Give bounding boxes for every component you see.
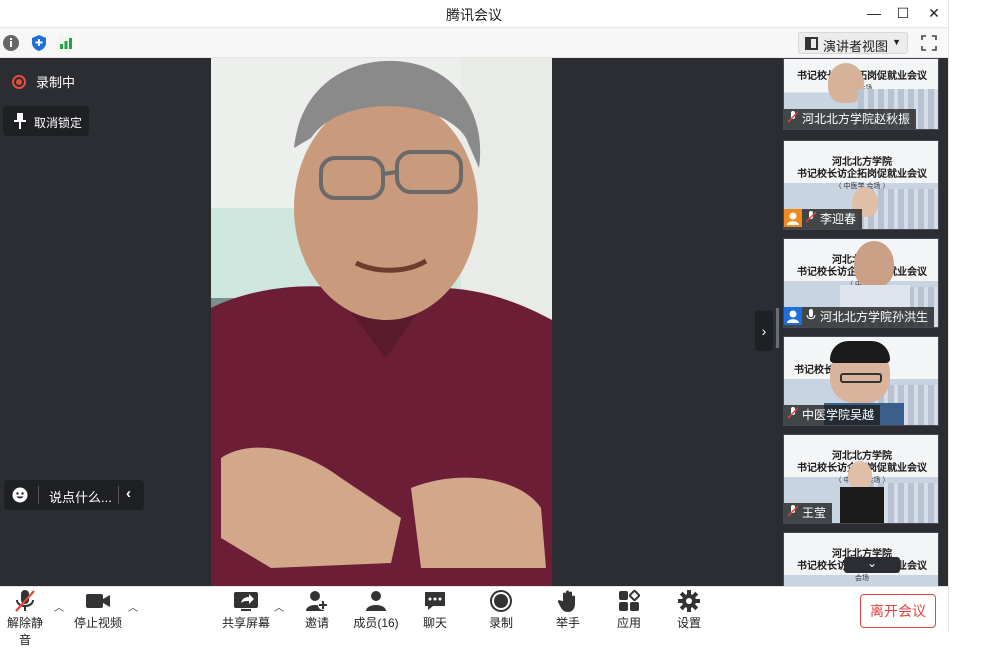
record-button[interactable]: 录制 [486, 589, 516, 631]
unlock-label: 取消锁定 [34, 116, 83, 130]
view-mode-dropdown[interactable]: 演讲者视图 ▼ [798, 32, 908, 54]
participant-tile[interactable]: 书记校长访企拓岗促就业会议 分会场 河北北方学院赵秋振 [783, 58, 939, 130]
participant-name-tag: 李迎春 [784, 209, 863, 229]
hand-icon [557, 590, 575, 612]
chevron-down-icon: ▼ [892, 37, 901, 47]
mic-muted-icon [787, 503, 799, 523]
window-title: 腾讯会议 [446, 7, 502, 23]
share-screen-button[interactable]: 共享屏幕 [222, 589, 270, 631]
invite-label: 邀请 [304, 616, 329, 630]
participant-face [848, 461, 872, 489]
side-panel [948, 0, 1000, 632]
chevron-up-icon[interactable]: ︿ [54, 599, 64, 614]
minimize-icon[interactable]: — [862, 2, 886, 24]
chat-button[interactable]: 聊天 [420, 589, 450, 631]
chat-quick-input[interactable]: 说点什么... ‹ [4, 480, 144, 510]
chevron-left-icon[interactable]: ‹ [126, 485, 131, 502]
scroll-down-button[interactable]: ⌄ [844, 556, 900, 573]
recording-indicator: 录制中 [12, 72, 75, 91]
mic-muted-icon [15, 590, 35, 612]
user-avatar-icon [784, 209, 802, 227]
stop-video-button[interactable]: 停止视频 [74, 589, 122, 631]
pin-icon [14, 113, 26, 129]
participant-name-tag: 河北北方学院孙洪生 [784, 307, 935, 327]
collapse-panel-button[interactable]: › [755, 311, 773, 351]
gear-icon [678, 590, 700, 612]
top-toolbar: 演讲者视图 ▼ [0, 28, 948, 58]
chevron-down-icon: ⌄ [867, 556, 878, 570]
mic-muted-icon [805, 209, 817, 229]
recording-label: 录制中 [36, 75, 76, 90]
invite-button[interactable]: 邀请 [302, 589, 332, 631]
slide-line: 书记校长访企拓岗促就业会议 [797, 169, 927, 180]
speaker-video-frame [211, 58, 552, 586]
participant-tile[interactable]: 河北北方学院 书记校长访企拓岗促就业会议 （ 中医学 会场 ） 王莹 [783, 434, 939, 524]
participant-tile[interactable]: 河北北方学院 书记校长访企拓岗促就业会议 （ 中医 ） 河北北方学院孙洪生 [783, 238, 939, 328]
participant-name-tag: 中医学院吴越 [784, 405, 881, 425]
participant-tile[interactable]: 书记校长 中医学院吴越 [783, 336, 939, 426]
mic-muted-icon [787, 109, 799, 129]
bottom-toolbar: 解除静音 ︿ 停止视频 ︿ 共享屏幕 ︿ 邀请 成员(16) 聊天 录制 举手 … [0, 586, 948, 647]
participant-name-tag: 河北北方学院赵秋振 [784, 109, 917, 129]
apps-label: 应用 [616, 616, 641, 630]
share-screen-icon [234, 592, 258, 611]
participant-name-tag: 王莹 [784, 503, 833, 523]
chevron-right-icon: › [761, 323, 767, 339]
video-stage: 录制中 取消锁定 说点什么... ‹ › [0, 58, 776, 586]
chat-bubble-icon [425, 592, 445, 610]
settings-button[interactable]: 设置 [674, 589, 704, 631]
stop-video-label: 停止视频 [74, 616, 123, 630]
chevron-up-icon[interactable]: ︿ [128, 599, 138, 614]
user-avatar-icon [784, 307, 802, 325]
record-label: 录制 [488, 616, 513, 630]
share-screen-label: 共享屏幕 [222, 616, 271, 630]
unlock-pin-button[interactable]: 取消锁定 [3, 106, 89, 136]
emoji-icon[interactable] [12, 487, 28, 503]
close-icon[interactable]: ✕ [922, 2, 946, 24]
security-shield-icon[interactable] [30, 34, 48, 52]
maximize-icon[interactable]: ☐ [891, 2, 915, 24]
mic-icon [806, 307, 816, 327]
members-label: 成员(16) [353, 616, 399, 630]
members-button[interactable]: 成员(16) [352, 589, 400, 631]
strip-scrollbar-handle[interactable] [776, 308, 779, 348]
camera-icon [86, 594, 110, 608]
raise-hand-label: 举手 [555, 616, 580, 630]
recording-dot-icon [12, 75, 26, 89]
fullscreen-icon[interactable] [918, 32, 940, 54]
participant-tile[interactable]: 河北北方学院 书记校长访企拓岗促就业会议 会场 ⌄ [783, 532, 939, 586]
chat-label: 聊天 [422, 616, 447, 630]
add-user-icon [306, 591, 328, 611]
chat-placeholder: 说点什么... [49, 490, 112, 505]
slide-line: 会场 [855, 575, 869, 582]
title-bar: 腾讯会议 — ☐ ✕ [0, 0, 948, 28]
info-icon[interactable] [2, 34, 20, 52]
leave-meeting-button[interactable]: 离开会议 [860, 594, 936, 628]
signal-strength-icon[interactable] [57, 34, 75, 52]
record-icon [490, 590, 512, 612]
members-icon [366, 591, 386, 611]
participant-tile[interactable]: 河北北方学院 书记校长访企拓岗促就业会议 （ 中医学 会场 ） 李迎春 [783, 140, 939, 230]
chevron-up-icon[interactable]: ︿ [274, 599, 284, 614]
participant-face [854, 241, 894, 287]
settings-label: 设置 [676, 616, 701, 630]
main-speaker-video [211, 58, 552, 586]
layout-icon [805, 37, 818, 50]
apps-button[interactable]: 应用 [614, 589, 644, 631]
mic-muted-icon [787, 405, 799, 425]
apps-icon [619, 589, 641, 611]
participant-strip: 书记校长访企拓岗促就业会议 分会场 河北北方学院赵秋振 河北北方学院 书记校长访… [776, 58, 948, 586]
raise-hand-button[interactable]: 举手 [553, 589, 583, 631]
unmute-button[interactable]: 解除静音 [2, 589, 48, 648]
view-mode-label: 演讲者视图 [823, 39, 889, 54]
